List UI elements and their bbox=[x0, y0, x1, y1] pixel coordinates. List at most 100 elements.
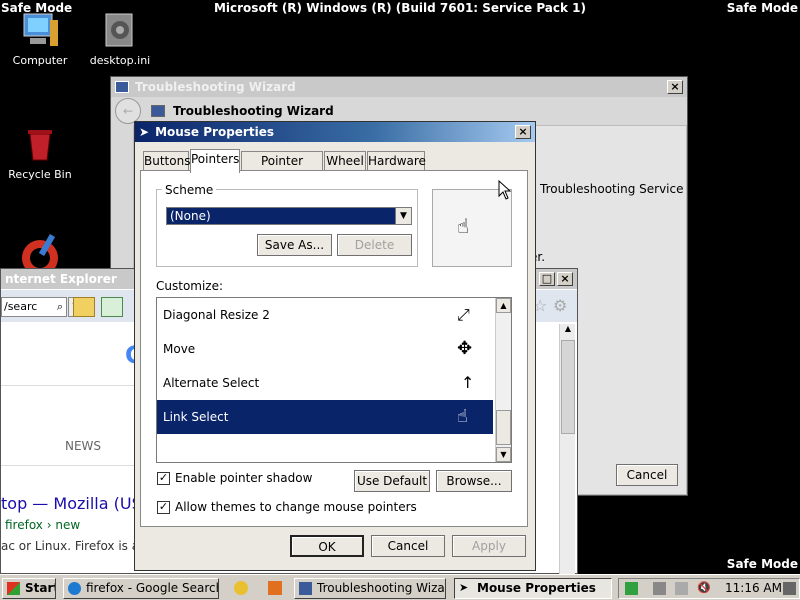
save-as-button[interactable]: Save As... bbox=[257, 234, 332, 256]
allow-themes-label: Allow themes to change mouse pointers bbox=[175, 500, 417, 514]
tab-wheel[interactable]: Wheel bbox=[324, 151, 366, 171]
media-player-icon[interactable] bbox=[268, 581, 282, 595]
list-item-move[interactable]: Move ✥ bbox=[157, 332, 493, 366]
scheme-select[interactable]: (None) ▼ bbox=[166, 207, 412, 225]
scroll-up-icon[interactable]: ▲ bbox=[496, 298, 511, 313]
troubleshooting-service-text: Troubleshooting Service bbox=[540, 182, 684, 196]
taskbar-item-mouse-properties[interactable]: ➤ Mouse Properties bbox=[454, 578, 612, 599]
tab-hardware[interactable]: Hardware bbox=[367, 151, 426, 171]
scheme-select-value: (None) bbox=[170, 209, 211, 223]
troubleshooting-titlebar[interactable]: Troubleshooting Wizard × bbox=[111, 77, 687, 97]
security-icon[interactable] bbox=[625, 582, 638, 595]
ie-icon bbox=[68, 582, 81, 595]
taskbar-item-label: firefox - Google Search -... bbox=[86, 581, 218, 595]
show-desktop-icon[interactable] bbox=[783, 582, 796, 595]
settings-file-icon bbox=[100, 10, 140, 50]
quick-launch-icon[interactable] bbox=[234, 581, 248, 595]
troubleshooting-heading: Troubleshooting Wizard bbox=[151, 104, 334, 118]
taskbar: Start firefox - Google Search -... Troub… bbox=[0, 574, 800, 600]
news-tab[interactable]: NEWS bbox=[65, 439, 101, 453]
link-select-icon: ☝ bbox=[457, 214, 470, 238]
compatibility-icon[interactable] bbox=[101, 297, 123, 317]
cancel-button[interactable]: Cancel bbox=[371, 535, 445, 557]
computer-icon bbox=[20, 10, 60, 50]
list-item-label: Move bbox=[163, 342, 196, 356]
wizard-icon bbox=[299, 582, 312, 595]
chevron-down-icon[interactable]: ▼ bbox=[395, 208, 411, 224]
ccleaner-icon[interactable] bbox=[18, 233, 62, 276]
result-title-link[interactable]: top — Mozilla (US bbox=[1, 494, 142, 513]
close-icon[interactable]: × bbox=[667, 80, 683, 94]
list-item-link-select[interactable]: Link Select ☝ bbox=[157, 400, 493, 434]
tab-buttons[interactable]: Buttons bbox=[143, 151, 190, 171]
result-url[interactable]: firefox › new bbox=[5, 518, 80, 532]
desktop-icon-recycle-bin[interactable]: Recycle Bin bbox=[0, 124, 80, 181]
troubleshooting-heading-text: Troubleshooting Wizard bbox=[173, 104, 334, 118]
tab-pointers[interactable]: Pointers bbox=[190, 149, 240, 173]
desktop-icon-desktop-ini[interactable]: desktop.ini bbox=[80, 10, 160, 67]
delete-button[interactable]: Delete bbox=[337, 234, 412, 256]
clock[interactable]: 11:16 AM bbox=[725, 581, 782, 595]
list-item-label: Link Select bbox=[163, 410, 229, 424]
windows-flag-icon bbox=[7, 582, 20, 595]
action-center-icon[interactable] bbox=[675, 582, 688, 595]
desktop-icon-label: desktop.ini bbox=[89, 54, 151, 67]
enable-pointer-shadow-checkbox[interactable]: ✓ bbox=[157, 472, 170, 485]
recycle-bin-icon bbox=[20, 124, 60, 164]
ie-address-value: /searc bbox=[4, 300, 38, 313]
cursor-preview-box: ☝ bbox=[432, 189, 512, 267]
ie-address-input[interactable]: /searc ⌕ bbox=[1, 297, 67, 317]
pointers-tab-panel: Scheme (None) ▼ Save As... Delete ☝ Cust… bbox=[140, 170, 528, 527]
list-item-alternate-select[interactable]: Alternate Select ↑ bbox=[157, 366, 493, 400]
safe-mode-label-top-right: Safe Mode bbox=[726, 1, 798, 15]
cursor-list-scrollbar-thumb[interactable] bbox=[496, 410, 511, 445]
mouse-properties-titlebar[interactable]: ➤ Mouse Properties × bbox=[135, 122, 535, 142]
wizard-heading-icon bbox=[151, 105, 165, 117]
ie-divider-2 bbox=[1, 465, 135, 466]
scroll-up-icon[interactable]: ▲ bbox=[561, 324, 575, 338]
scheme-label: Scheme bbox=[162, 183, 217, 197]
close-icon[interactable]: × bbox=[557, 272, 573, 286]
allow-themes-checkbox[interactable]: ✓ bbox=[157, 501, 170, 514]
desktop-icon-computer[interactable]: Computer bbox=[0, 10, 80, 67]
browse-button[interactable]: Browse... bbox=[436, 470, 512, 492]
ie-divider bbox=[1, 385, 135, 386]
lock-icon[interactable] bbox=[73, 297, 95, 317]
mouse-icon: ➤ bbox=[459, 581, 469, 594]
taskbar-item-firefox[interactable]: firefox - Google Search -... bbox=[63, 578, 219, 599]
alternate-select-icon: ↑ bbox=[461, 373, 475, 392]
taskbar-item-label: Mouse Properties bbox=[477, 581, 596, 595]
volume-muted-icon[interactable]: 🔇 bbox=[697, 582, 711, 595]
ie-scrollbar-thumb[interactable] bbox=[561, 340, 575, 434]
close-icon[interactable]: × bbox=[515, 125, 531, 139]
search-icon[interactable]: ⌕ bbox=[57, 298, 63, 316]
cursor-list[interactable]: Diagonal Resize 2 ⤢ Move ✥ Alternate Sel… bbox=[156, 297, 512, 463]
system-tray: 🔇 11:16 AM bbox=[618, 578, 800, 599]
use-default-button[interactable]: Use Default bbox=[354, 470, 430, 492]
safe-mode-label-bottom-right: Safe Mode bbox=[726, 557, 798, 571]
taskbar-item-label: Troubleshooting Wizard bbox=[317, 581, 446, 595]
taskbar-item-troubleshooting[interactable]: Troubleshooting Wizard bbox=[294, 578, 446, 599]
mouse-icon: ➤ bbox=[139, 125, 150, 139]
list-item-diagonal-resize-2[interactable]: Diagonal Resize 2 ⤢ bbox=[157, 298, 493, 332]
ie-title: nternet Explorer bbox=[5, 272, 117, 286]
gear-icon[interactable]: ⚙ bbox=[553, 296, 567, 315]
ie-scrollbar[interactable]: ▲ bbox=[559, 324, 575, 574]
cursor-list-scrollbar[interactable]: ▲ ▼ bbox=[495, 298, 511, 462]
troubleshooting-cancel-button[interactable]: Cancel bbox=[616, 464, 678, 486]
result-snippet: ac or Linux. Firefox is a bbox=[1, 539, 140, 553]
maximize-icon[interactable]: □ bbox=[539, 272, 555, 286]
network-icon[interactable] bbox=[653, 582, 666, 595]
list-item-label: Diagonal Resize 2 bbox=[163, 308, 270, 322]
tab-pointer-options[interactable]: Pointer Options bbox=[241, 151, 323, 186]
apply-button[interactable]: Apply bbox=[452, 535, 526, 557]
troubleshooting-title: Troubleshooting Wizard bbox=[135, 80, 296, 94]
mouse-properties-title: Mouse Properties bbox=[155, 125, 274, 139]
customize-label: Customize: bbox=[156, 279, 224, 293]
start-label: Start bbox=[25, 581, 56, 595]
scroll-down-icon[interactable]: ▼ bbox=[496, 447, 511, 462]
wizard-window-icon bbox=[115, 81, 129, 93]
link-select-icon: ☝ bbox=[457, 406, 468, 427]
start-button[interactable]: Start bbox=[2, 578, 56, 599]
ok-button[interactable]: OK bbox=[290, 535, 364, 557]
